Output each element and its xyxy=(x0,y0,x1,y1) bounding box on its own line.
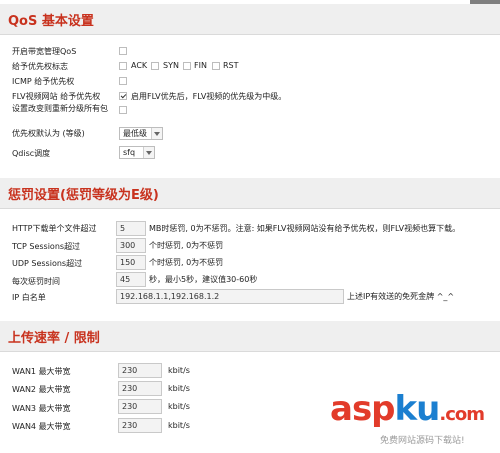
http-download-input[interactable]: 5 xyxy=(116,221,146,236)
reset-classification-checkbox[interactable] xyxy=(119,106,127,114)
tcp-sessions-input[interactable]: 300 xyxy=(116,238,146,253)
flag-ack-checkbox[interactable] xyxy=(119,62,127,70)
reset-classification-label: 设置改变则重新分级所有包 xyxy=(12,104,108,113)
wan1-bandwidth-input[interactable]: 230 xyxy=(118,363,162,378)
chevron-down-icon xyxy=(143,147,154,158)
tcp-sessions-note: 个时惩罚, 0为不惩罚 xyxy=(149,241,224,250)
wan4-unit-label: kbit/s xyxy=(168,421,190,430)
ip-whitelist-input[interactable]: 192.168.1.1,192.168.1.2 xyxy=(116,289,344,304)
penalty-time-note: 秒，最小5秒，建议值30-60秒 xyxy=(149,275,258,284)
flag-rst-label: RST xyxy=(223,61,239,70)
tcp-sessions-label: TCP Sessions超过 xyxy=(12,242,81,251)
flag-ack-label: ACK xyxy=(131,61,148,70)
flag-fin-label: FIN xyxy=(194,61,207,70)
ip-whitelist-note: 上述IP有效送的免死金牌 ^_^ xyxy=(347,292,455,301)
enable-qos-label: 开启带宽管理QoS xyxy=(12,47,77,56)
default-priority-select[interactable]: 最低级 xyxy=(119,127,163,140)
wan3-bandwidth-input[interactable]: 230 xyxy=(118,399,162,414)
watermark-brand-c: .com xyxy=(439,404,485,425)
wan2-unit-label: kbit/s xyxy=(168,384,190,393)
watermark-logo: aspku.com 免费网站源码下载站! xyxy=(322,383,500,453)
wan1-unit-label: kbit/s xyxy=(168,366,190,375)
wan1-bandwidth-label: WAN1 最大带宽 xyxy=(12,367,71,376)
ip-whitelist-label: IP 白名单 xyxy=(12,293,46,302)
udp-sessions-note: 个时惩罚, 0为不惩罚 xyxy=(149,258,224,267)
flag-fin-checkbox[interactable] xyxy=(183,62,191,70)
icmp-priority-label: ICMP 给予优先权 xyxy=(12,77,75,86)
qdisc-value: sfq xyxy=(123,148,136,157)
flv-priority-note: 启用FLV优先后，FLV视频的优先级为中级。 xyxy=(131,92,287,101)
flv-priority-checkbox[interactable] xyxy=(119,92,127,100)
wan2-bandwidth-label: WAN2 最大带宽 xyxy=(12,385,71,394)
watermark-brand-a: asp xyxy=(330,389,396,429)
enable-qos-checkbox[interactable] xyxy=(119,47,127,55)
default-priority-label: 优先权默认为 (等级) xyxy=(12,129,85,138)
penalty-time-input[interactable]: 45 xyxy=(116,272,146,287)
wan2-bandwidth-input[interactable]: 230 xyxy=(118,381,162,396)
flag-syn-label: SYN xyxy=(163,61,179,70)
flv-priority-label: FLV视频网站 给予优先权 xyxy=(12,92,101,101)
wan4-bandwidth-label: WAN4 最大带宽 xyxy=(12,422,71,431)
wan3-unit-label: kbit/s xyxy=(168,402,190,411)
priority-flag-label: 给予优先权标志 xyxy=(12,62,68,71)
udp-sessions-label: UDP Sessions超过 xyxy=(12,259,83,268)
qdisc-select[interactable]: sfq xyxy=(119,146,155,159)
watermark-brand-b: ku xyxy=(394,389,441,429)
penalty-section-header: 惩罚设置(惩罚等级为E级) xyxy=(0,178,500,209)
wan4-bandwidth-input[interactable]: 230 xyxy=(118,418,162,433)
penalty-time-label: 每次惩罚时间 xyxy=(12,277,60,286)
qos-section-title: QoS 基本设置 xyxy=(8,14,94,29)
qdisc-label: Qdisc调度 xyxy=(12,149,51,158)
upload-section-header: 上传速率 / 限制 xyxy=(0,321,500,352)
flag-syn-checkbox[interactable] xyxy=(151,62,159,70)
penalty-section-title: 惩罚设置(惩罚等级为E级) xyxy=(8,188,159,203)
flag-rst-checkbox[interactable] xyxy=(212,62,220,70)
upload-section-title: 上传速率 / 限制 xyxy=(8,331,100,346)
http-download-label: HTTP下载单个文件超过 xyxy=(12,224,97,233)
udp-sessions-input[interactable]: 150 xyxy=(116,255,146,270)
qos-section-header: QoS 基本设置 xyxy=(0,4,500,35)
watermark-brand: aspku.com xyxy=(330,389,485,429)
default-priority-value: 最低级 xyxy=(123,129,147,138)
icmp-priority-checkbox[interactable] xyxy=(119,77,127,85)
http-download-note: MB时惩罚, 0为不惩罚。注意: 如果FLV视频网站没有给予优先权，则FLV视频… xyxy=(149,224,461,233)
chevron-down-icon xyxy=(151,128,162,139)
wan3-bandwidth-label: WAN3 最大带宽 xyxy=(12,404,71,413)
watermark-subtitle: 免费网站源码下载站! xyxy=(380,436,465,446)
